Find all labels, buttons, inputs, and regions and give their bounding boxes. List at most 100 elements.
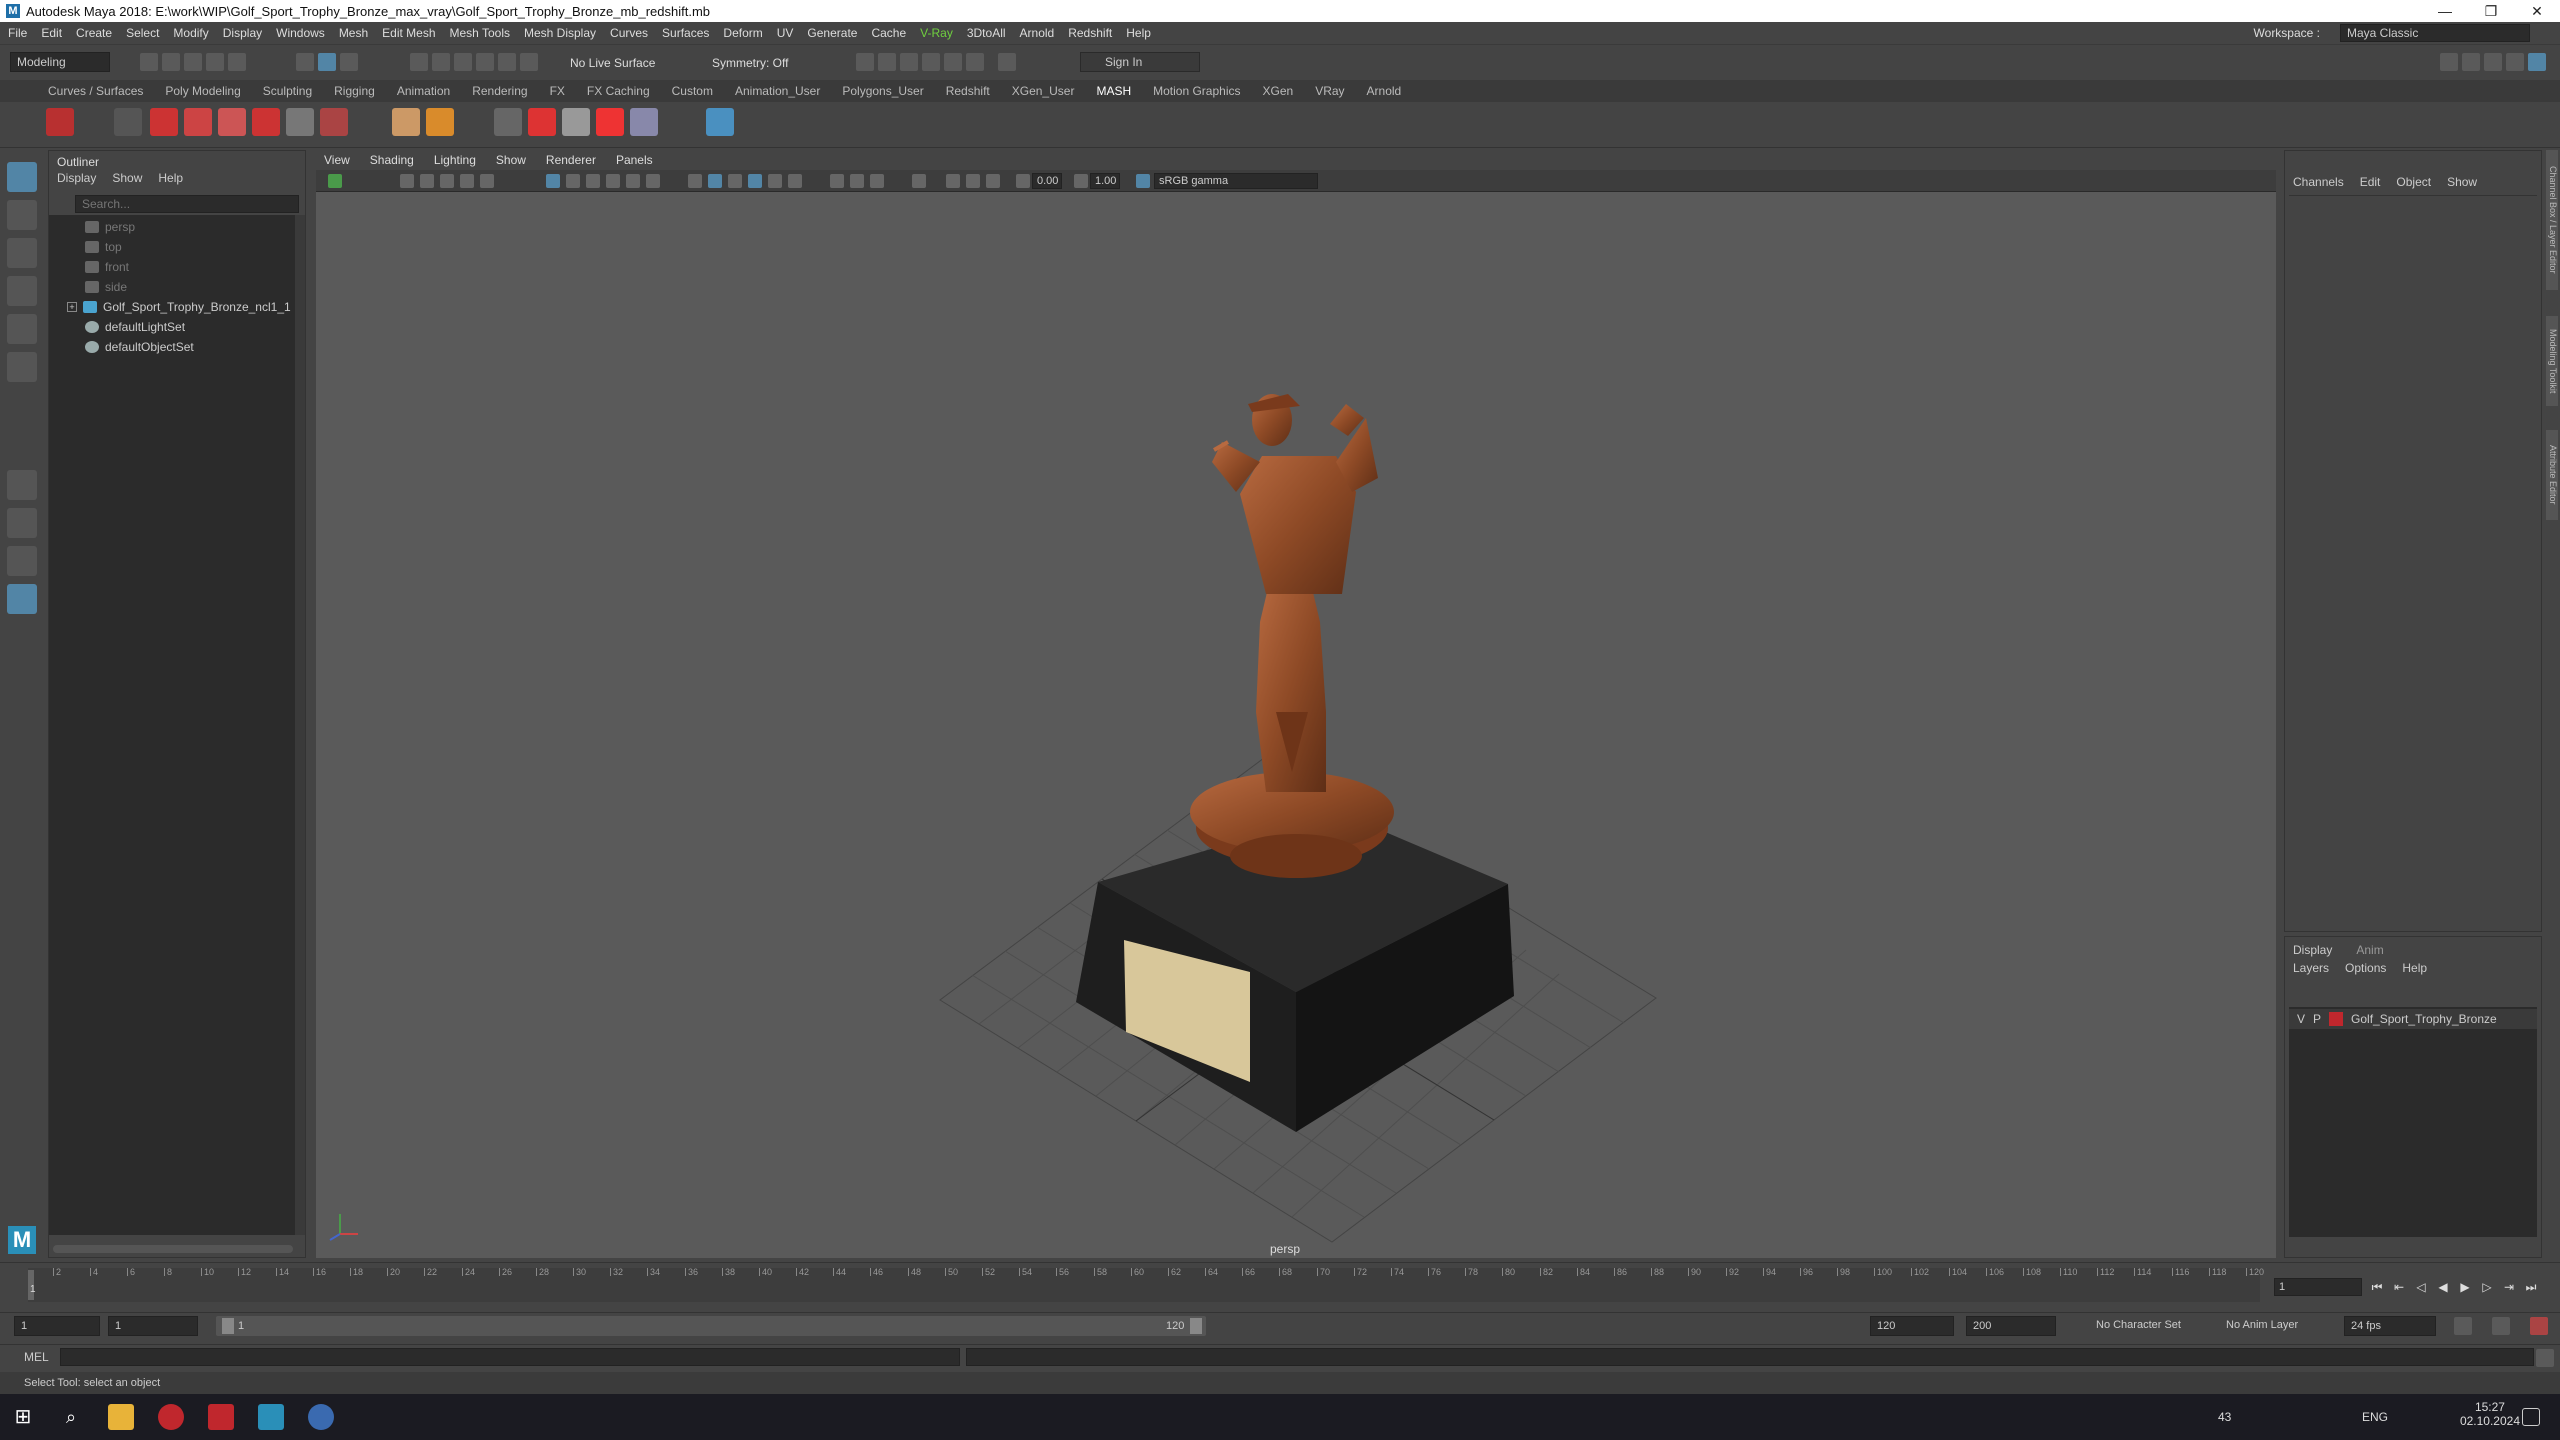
shelf-tab-mash[interactable]: MASH [1096, 84, 1131, 98]
xray-icon[interactable] [946, 174, 960, 188]
timeline-ruler[interactable]: 2 4 6 8 10 12 14 16 18 20 22 24 26 28 30 32 34 36 38 40 42 44… [28, 1267, 2264, 1302]
language-indicator[interactable]: ENG [2362, 1410, 2388, 1424]
safe-action-icon[interactable] [646, 174, 660, 188]
hypershade-icon[interactable] [966, 53, 984, 71]
field-chart-icon[interactable] [626, 174, 640, 188]
step-forward-frame-button[interactable]: ▷ [2480, 1280, 2494, 1294]
shelf-tab-rendering[interactable]: Rendering [472, 84, 527, 98]
play-backwards-button[interactable]: ◀ [2436, 1280, 2450, 1294]
viewport-menu-renderer[interactable]: Renderer [546, 153, 596, 167]
notifications-icon[interactable] [2522, 1408, 2540, 1426]
animation-end-field[interactable]: 200 [1966, 1316, 2056, 1336]
select-camera-icon[interactable] [328, 174, 342, 188]
points-tool-icon[interactable] [320, 108, 348, 136]
shelf-tab-rigging[interactable]: Rigging [334, 84, 375, 98]
drop-node-icon[interactable] [218, 108, 246, 136]
command-input[interactable] [60, 1348, 960, 1366]
ipr-render-icon[interactable] [922, 53, 940, 71]
viewport-menu-shading[interactable]: Shading [370, 153, 414, 167]
animation-preferences-icon[interactable] [2530, 1317, 2548, 1335]
render-sequence-icon[interactable] [878, 53, 896, 71]
opera-browser-icon[interactable] [158, 1404, 184, 1430]
undo-icon[interactable] [206, 53, 224, 71]
channel-menu-show[interactable]: Show [2447, 175, 2477, 189]
menu-file[interactable]: File [8, 26, 27, 40]
layer-menu-help[interactable]: Help [2402, 961, 2427, 975]
range-slider-end-handle[interactable] [1190, 1318, 1202, 1334]
search-icon[interactable]: ⌕ [58, 1404, 84, 1430]
bookmark-icon[interactable] [706, 108, 734, 136]
outliner-item-default-light-set[interactable]: defaultLightSet [85, 317, 185, 337]
menu-set-dropdown[interactable]: Modeling [10, 52, 110, 72]
outliner-item-trophy-group[interactable]: + Golf_Sport_Trophy_Bronze_ncl1_1 [67, 297, 291, 317]
menu-help[interactable]: Help [1126, 26, 1151, 40]
menu-modify[interactable]: Modify [173, 26, 208, 40]
outliner-layout-icon[interactable] [7, 584, 37, 614]
mash-editor-icon[interactable] [114, 108, 142, 136]
snap-edge-icon[interactable] [520, 53, 538, 71]
shelf-tab-curves-surfaces[interactable]: Curves / Surfaces [48, 84, 143, 98]
gate-mask-icon[interactable] [606, 174, 620, 188]
menu-surfaces[interactable]: Surfaces [662, 26, 709, 40]
channel-box-toggle-icon[interactable] [2484, 53, 2502, 71]
side-tab-channel-box[interactable]: Channel Box / Layer Editor [2546, 150, 2558, 290]
default-material-icon[interactable] [728, 174, 742, 188]
wireframe-icon[interactable] [688, 174, 702, 188]
redo-icon[interactable] [228, 53, 246, 71]
script-editor-icon[interactable] [2536, 1349, 2554, 1367]
outliner-item-persp[interactable]: persp [85, 217, 135, 237]
select-tool-icon[interactable] [7, 162, 37, 192]
anim-layer-dropdown[interactable]: No Anim Layer [2226, 1319, 2298, 1331]
use-all-lights-icon[interactable] [768, 174, 782, 188]
play-forwards-button[interactable]: ▶ [2458, 1280, 2472, 1294]
outliner-item-default-object-set[interactable]: defaultObjectSet [85, 337, 194, 357]
shelf-tab-motion-graphics[interactable]: Motion Graphics [1153, 84, 1240, 98]
menu-display[interactable]: Display [223, 26, 262, 40]
render-frame-icon[interactable] [856, 53, 874, 71]
dynamics-icon[interactable] [562, 108, 590, 136]
maya-taskbar-icon[interactable] [258, 1404, 284, 1430]
layer-tab-anim[interactable]: Anim [2356, 943, 2383, 957]
flight-node-icon[interactable] [252, 108, 280, 136]
snap-grid-icon[interactable] [410, 53, 428, 71]
scale-tool-icon[interactable] [7, 352, 37, 382]
shelf-tab-fx[interactable]: FX [550, 84, 565, 98]
range-slider[interactable]: 1 120 [216, 1316, 1206, 1336]
outliner-menu-show[interactable]: Show [112, 171, 142, 185]
single-perspective-layout-icon[interactable] [7, 470, 37, 500]
playback-start-field[interactable]: 1 [108, 1316, 198, 1336]
expand-icon[interactable]: + [67, 302, 77, 312]
outliner-item-front[interactable]: front [85, 257, 129, 277]
mash-network-icon[interactable] [46, 108, 74, 136]
world-node-icon[interactable] [630, 108, 658, 136]
menu-arnold[interactable]: Arnold [1020, 26, 1055, 40]
curve-warp-icon[interactable] [494, 108, 522, 136]
shelf-tab-xgen[interactable]: XGen [1263, 84, 1294, 98]
outliner-item-side[interactable]: side [85, 277, 127, 297]
resolution-gate-icon[interactable] [586, 174, 600, 188]
render-settings-icon[interactable] [944, 53, 962, 71]
layer-row[interactable]: V P Golf_Sport_Trophy_Bronze [2289, 1009, 2537, 1029]
minimize-button[interactable]: — [2422, 0, 2468, 22]
menu-mesh-tools[interactable]: Mesh Tools [450, 26, 510, 40]
snap-view-icon[interactable] [476, 53, 494, 71]
render-view-icon[interactable] [900, 53, 918, 71]
viewport-menu-show[interactable]: Show [496, 153, 526, 167]
two-d-pan-zoom-icon[interactable] [460, 174, 474, 188]
shelf-tab-animation-user[interactable]: Animation_User [735, 84, 820, 98]
shelf-tab-sculpting[interactable]: Sculpting [263, 84, 312, 98]
grid-tool-icon[interactable] [286, 108, 314, 136]
select-component-icon[interactable] [340, 53, 358, 71]
color-management-icon[interactable] [1136, 174, 1150, 188]
motion-blur-icon[interactable] [850, 174, 864, 188]
shelf-tab-animation[interactable]: Animation [397, 84, 450, 98]
layout-toggle-icon[interactable] [2462, 53, 2480, 71]
sphere-node-icon[interactable] [528, 108, 556, 136]
shelf-tab-redshift[interactable]: Redshift [946, 84, 990, 98]
snap-curve-icon[interactable] [432, 53, 450, 71]
new-scene-icon[interactable] [140, 53, 158, 71]
go-to-start-button[interactable]: ⏮ [2370, 1280, 2384, 1294]
paint-select-tool-icon[interactable] [7, 238, 37, 268]
file-explorer-icon[interactable] [108, 1404, 134, 1430]
shelf-tab-poly-modeling[interactable]: Poly Modeling [165, 84, 240, 98]
